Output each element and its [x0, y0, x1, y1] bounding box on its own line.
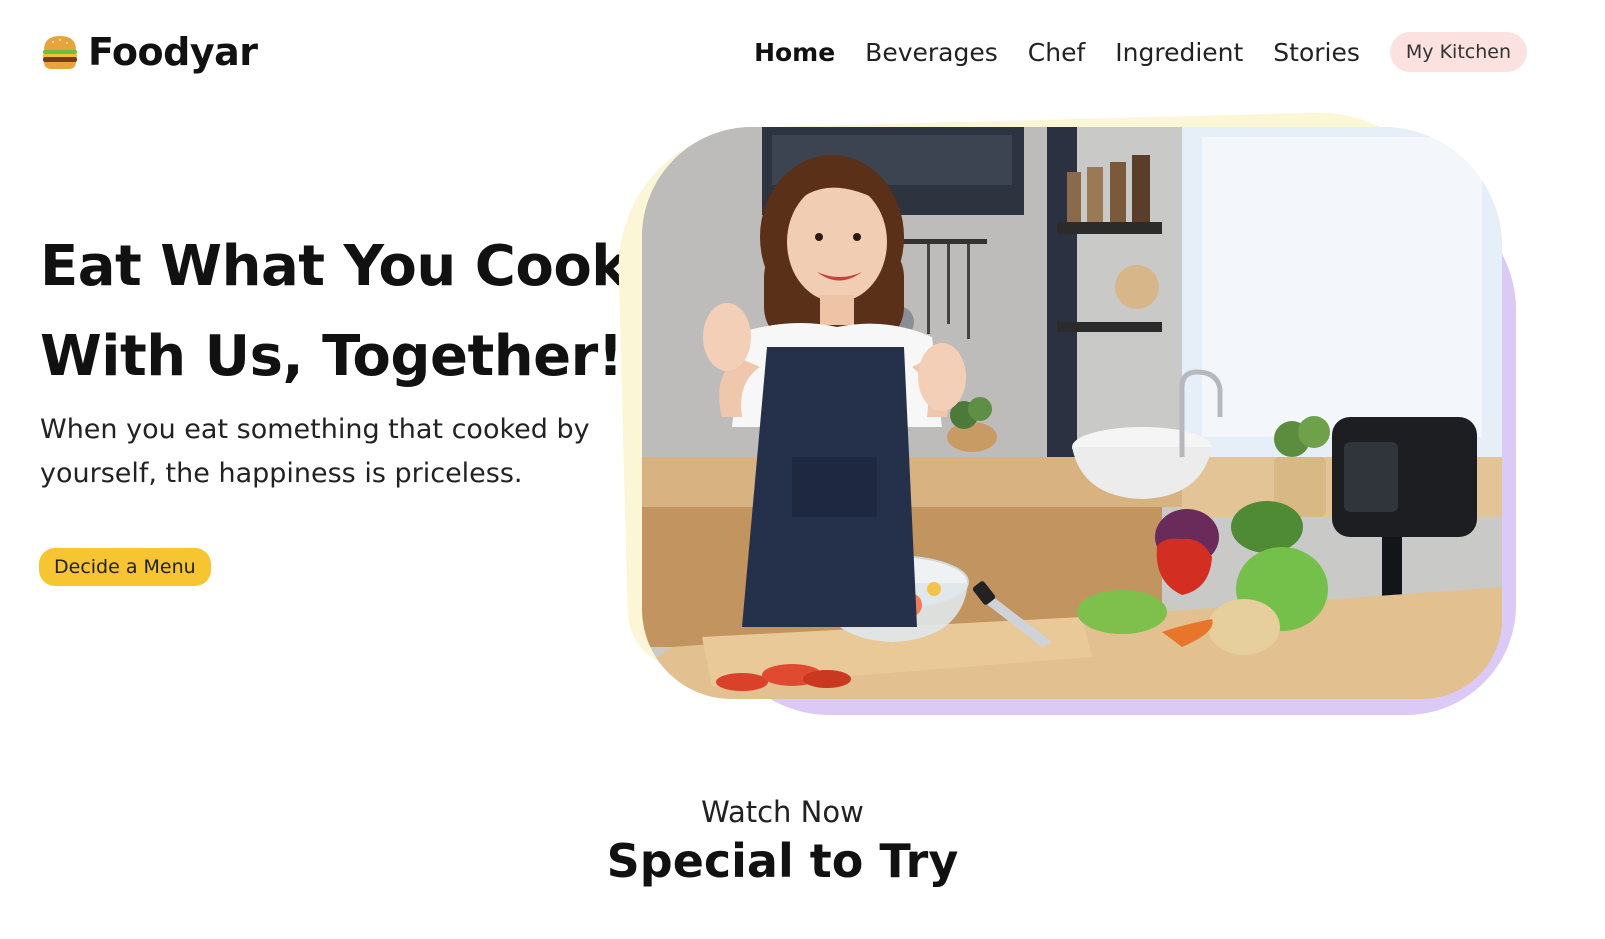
nav-chef[interactable]: Chef	[1028, 38, 1085, 67]
burger-icon	[43, 36, 77, 69]
section-title: Special to Try	[606, 834, 959, 888]
decide-menu-button[interactable]: Decide a Menu	[39, 548, 211, 586]
my-kitchen-button[interactable]: My Kitchen	[1389, 32, 1527, 72]
page: Foodyar Home Beverages Chef Ingredient S…	[0, 0, 1605, 939]
nav-beverages[interactable]: Beverages	[865, 38, 998, 67]
nav-stories[interactable]: Stories	[1273, 38, 1360, 67]
hero-title-line-1: Eat What You Cook	[40, 234, 629, 299]
brand-name: Foodyar	[88, 30, 258, 74]
nav-ingredient[interactable]: Ingredient	[1115, 38, 1243, 67]
hero-subtitle: When you eat something that cooked by yo…	[40, 414, 590, 489]
hero-title: Eat What You Cook With Us, Together!	[40, 222, 640, 402]
hero-title-line-2: With Us, Together!	[40, 324, 623, 389]
kitchen-scene-illustration	[642, 127, 1502, 699]
brand-logo[interactable]: Foodyar	[40, 30, 258, 74]
section-eyebrow: Watch Now	[701, 795, 864, 829]
hero-image	[642, 127, 1502, 699]
nav-home[interactable]: Home	[754, 38, 835, 67]
main-nav: Home Beverages Chef Ingredient Stories M…	[724, 32, 1527, 72]
